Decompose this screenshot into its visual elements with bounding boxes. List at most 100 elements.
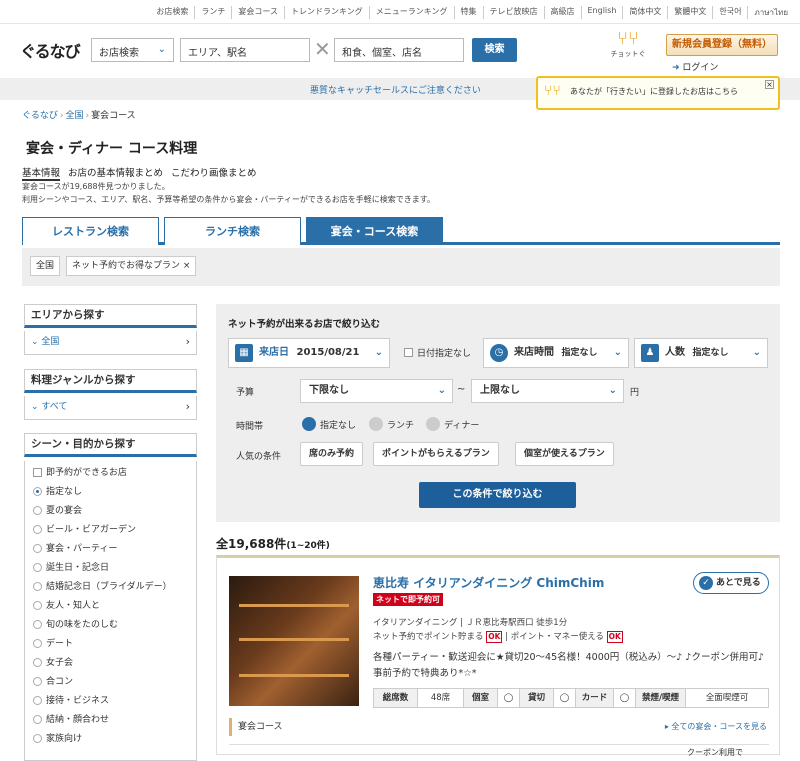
filter-chip-area[interactable]: 全国 <box>30 256 61 276</box>
date-select[interactable]: ▦ 来店日 2015/08/21 ⌄ <box>228 338 390 368</box>
reservation-filter-panel: ネット予約が出来るお店で絞り込む ▦ 来店日 2015/08/21 ⌄ 日付指定… <box>216 304 780 522</box>
scene-option[interactable]: ビール・ビアガーデン <box>25 520 196 539</box>
photo-detail <box>239 674 349 677</box>
restaurant-name[interactable]: 恵比寿 イタリアンダイニング ChimChim ネットで即予約可 <box>373 575 633 607</box>
scene-option[interactable]: 接待・ビジネス <box>25 691 196 710</box>
topnav-link[interactable]: お店検索 <box>150 6 196 19</box>
search-type-select[interactable]: お店検索 ⌄ <box>91 38 174 62</box>
facility-header: 禁煙/喫煙 <box>636 689 686 707</box>
topnav-link[interactable]: 特集 <box>455 6 484 19</box>
facility-value: 48席 <box>418 689 464 707</box>
scene-label: ビール・ビアガーデン <box>46 524 137 535</box>
clear-icon[interactable]: ✕ <box>314 38 331 60</box>
facility-value: 全面喫煙可 <box>705 693 749 703</box>
chevron-right-icon: › <box>185 335 190 348</box>
scene-option[interactable]: 宴会・パーティー <box>25 539 196 558</box>
keyword-placeholder: 和食、個室、店名 <box>342 48 422 59</box>
lang-link[interactable]: 한국어 <box>713 6 749 19</box>
notice-link[interactable]: 悪質なキャッチセールスにご注意ください <box>310 83 481 96</box>
popular-seat-button[interactable]: 席のみ予約 <box>300 442 364 466</box>
radio-icon <box>369 417 383 431</box>
login-link[interactable]: ➜ ログイン <box>672 60 718 73</box>
scene-option[interactable]: デート <box>25 634 196 653</box>
close-icon[interactable]: × <box>765 80 774 89</box>
tab-course[interactable]: 宴会・コース検索 <box>306 217 443 245</box>
result-count-total: 全19,688件 <box>216 537 287 551</box>
scene-option[interactable]: 女子会 <box>25 653 196 672</box>
time-select[interactable]: ◷ 来店時間 指定なし ⌄ <box>483 338 629 368</box>
popular-private-button[interactable]: 個室が使えるプラン <box>515 442 614 466</box>
scene-option[interactable]: 旬の味をたのしむ <box>25 615 196 634</box>
no-date-checkbox[interactable]: 日付指定なし <box>404 346 471 359</box>
tab-restaurant[interactable]: レストラン検索 <box>22 217 159 245</box>
restaurant-photo[interactable] <box>229 576 359 706</box>
chevron-down-icon: ⌄ <box>437 385 446 396</box>
budget-max-select[interactable]: 上限なし ⌄ <box>471 379 624 403</box>
all-courses-link[interactable]: ▸ 全ての宴会・コースを見る <box>665 721 767 732</box>
lang-link[interactable]: English <box>582 6 624 19</box>
restaurant-card: 恵比寿 イタリアンダイニング ChimChim ネットで即予約可 ✓ あとで見る… <box>216 555 780 758</box>
breadcrumb-link[interactable]: 全国 <box>65 111 83 121</box>
chevron-down-icon: ⌄ <box>31 337 42 347</box>
scene-option[interactable]: 誕生日・記念日 <box>25 558 196 577</box>
chotto-button[interactable]: ⑂⑂ チョットぐ <box>608 28 648 59</box>
favorites-popup[interactable]: ⑂⑂ あなたが「行きたい」に登録したお店はこちら × <box>536 76 780 110</box>
scene-option[interactable]: 指定なし <box>25 482 196 501</box>
chevron-down-icon: ⌄ <box>752 347 761 358</box>
scene-label: デート <box>46 638 74 649</box>
restaurant-facilities: 総席数 48席 個室 ◯ 貸切 ◯ カード ◯ 禁煙/喫煙 全面喫煙可 <box>373 688 769 708</box>
keyword-input[interactable]: 和食、個室、店名 <box>334 38 464 62</box>
lang-link[interactable]: 简体中文 <box>623 6 669 19</box>
restaurant-access: ＪＲ恵比寿駅西口 徒歩1分 <box>465 618 568 628</box>
subnav-item[interactable]: お店の基本情報まとめ <box>68 165 163 181</box>
radio-icon <box>33 563 42 572</box>
people-select[interactable]: ♟ 人数 指定なし ⌄ <box>634 338 768 368</box>
area-input[interactable]: エリア、駅名 <box>180 38 310 62</box>
scene-label: 誕生日・記念日 <box>46 562 110 573</box>
timeslot-option[interactable]: ランチ <box>369 417 414 431</box>
scene-option[interactable]: 夏の宴会 <box>25 501 196 520</box>
apply-filter-button[interactable]: この条件で絞り込む <box>419 482 576 508</box>
lang-link[interactable]: ภาษาไทย <box>748 6 794 19</box>
subnav-item[interactable]: こだわり画像まとめ <box>171 165 257 181</box>
timeslot-option[interactable]: ディナー <box>426 417 479 431</box>
topnav-link[interactable]: メニューランキング <box>370 6 455 19</box>
save-later-button[interactable]: ✓ あとで見る <box>693 572 769 594</box>
facility-header: 個室 <box>464 689 498 707</box>
popular-point-button[interactable]: ポイントがもらえるプラン <box>373 442 499 466</box>
tab-lunch[interactable]: ランチ検索 <box>164 217 301 245</box>
course-list-top: クーポン利用で <box>229 744 769 758</box>
time-value: 指定なし <box>561 348 598 358</box>
budget-min-select[interactable]: 下限なし ⌄ <box>300 379 453 403</box>
topnav-link[interactable]: 宴会コース <box>232 6 285 19</box>
register-button[interactable]: 新規会員登録（無料） <box>666 34 778 56</box>
filter-chip-plan[interactable]: ネット予約でお得なプラン × <box>66 256 197 276</box>
timeslot-option[interactable]: 指定なし <box>302 417 356 431</box>
sidebar-item-area[interactable]: ⌄ 全国 › <box>24 331 197 355</box>
scene-option[interactable]: 友人・知人と <box>25 596 196 615</box>
scene-option[interactable]: 家族向け <box>25 729 196 748</box>
subnav-item[interactable]: 基本情報 <box>22 165 61 181</box>
topnav-link[interactable]: テレビ放映店 <box>484 6 545 19</box>
sidebar-item-label: すべて <box>41 402 68 412</box>
topnav-link[interactable]: トレンドランキング <box>285 6 370 19</box>
topnav-link[interactable]: 高級店 <box>545 6 582 19</box>
sidebar-item-genre[interactable]: ⌄ すべて › <box>24 396 197 420</box>
radio-icon <box>33 487 42 496</box>
restaurant-meta: イタリアンダイニング | ＪＲ恵比寿駅西口 徒歩1分 <box>373 618 568 628</box>
radio-icon <box>33 639 42 648</box>
logo[interactable]: ぐるなび <box>20 38 81 62</box>
scene-option[interactable]: 結納・顔合わせ <box>25 710 196 729</box>
radio-icon <box>33 582 42 591</box>
person-icon: ♟ <box>641 344 659 362</box>
instant-reserve-checkbox[interactable]: 即予約ができるお店 <box>25 463 196 482</box>
scene-option[interactable]: 合コン <box>25 672 196 691</box>
scene-option[interactable]: 結婚記念日（ブライダルデー） <box>25 577 196 596</box>
breadcrumb-link[interactable]: ぐるなび <box>22 111 58 121</box>
sidebar-genre-heading: 料理ジャンルから探す <box>24 369 197 393</box>
scene-label: 夏の宴会 <box>46 505 83 516</box>
topnav-link[interactable]: ランチ <box>195 6 233 19</box>
search-button[interactable]: 検索 <box>472 38 517 62</box>
lang-link[interactable]: 繁體中文 <box>668 6 714 19</box>
timeslot-text: 指定なし <box>320 420 357 431</box>
